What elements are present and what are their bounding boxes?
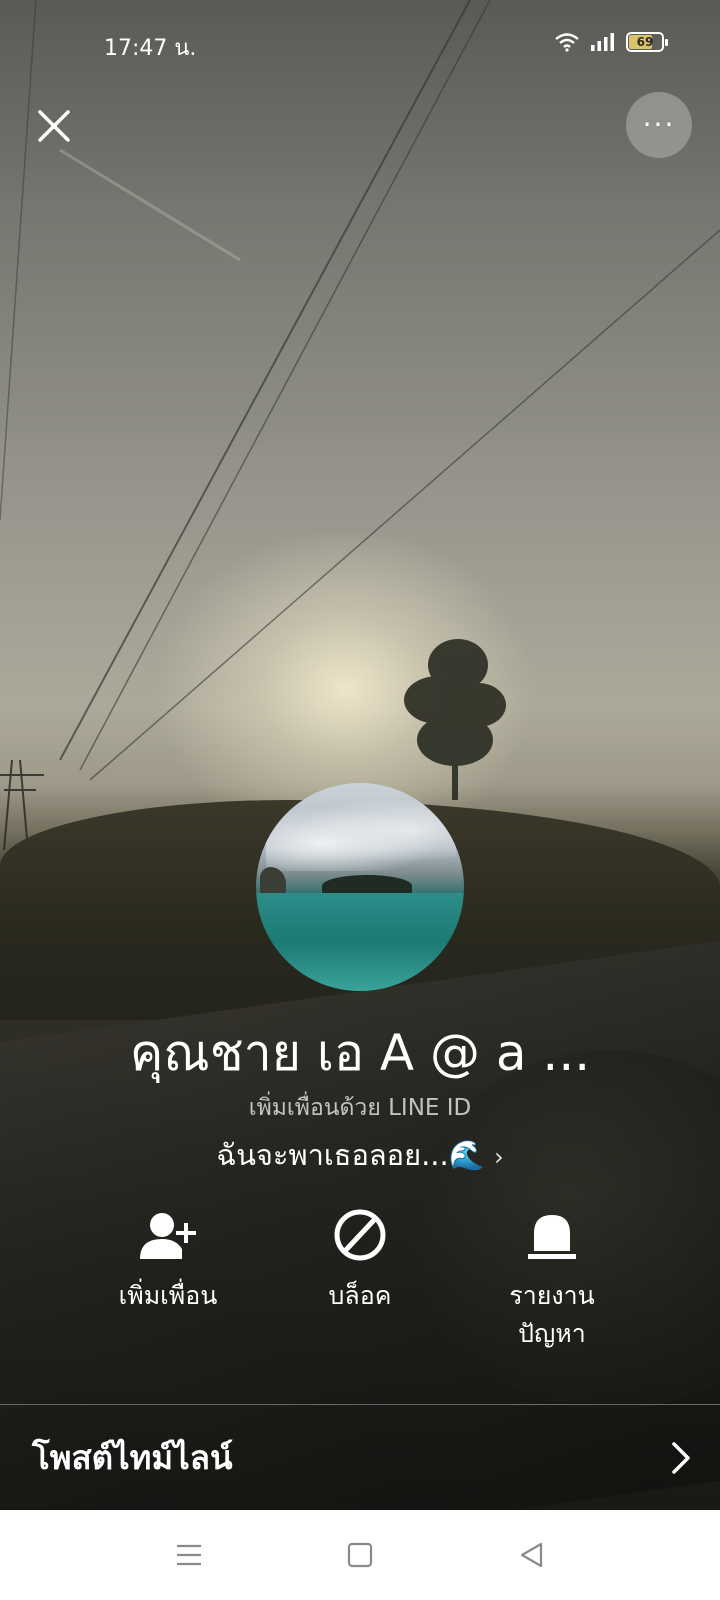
menu-icon[interactable]: [174, 1540, 204, 1570]
report-icon: [528, 1215, 576, 1259]
close-icon: [38, 110, 70, 142]
line-id-label: เพิ่มเพื่อนด้วย LINE ID: [248, 1095, 472, 1121]
more-icon: ···: [642, 108, 676, 141]
profile-name: คุณชาย เอ A @ a ...: [129, 1024, 591, 1082]
report-button[interactable]: รายงาน ปัญหา: [462, 1205, 642, 1353]
system-navigation-bar: [0, 1510, 720, 1600]
signal-icon: [591, 33, 614, 51]
back-triangle-icon[interactable]: [517, 1540, 547, 1570]
battery-level: 69: [636, 35, 654, 49]
wifi-icon: [555, 33, 579, 52]
avatar-rock: [260, 867, 286, 895]
add-friend-button[interactable]: เพิ่มเพื่อน: [78, 1205, 258, 1315]
home-square-icon[interactable]: [345, 1540, 375, 1570]
status-message-text: ฉันจะพาเธอลอย...🌊: [216, 1138, 485, 1172]
status-bar: 17:47 น. 69: [0, 0, 720, 88]
timeline-row[interactable]: โพสต์ไทม์ไลน์: [0, 1405, 720, 1510]
timeline-label: โพสต์ไทม์ไลน์: [32, 1438, 233, 1477]
chevron-right-icon: [672, 1442, 690, 1474]
status-message[interactable]: ฉันจะพาเธอลอย...🌊 ›: [0, 1132, 720, 1178]
close-button[interactable]: [28, 100, 80, 152]
block-button[interactable]: บล็อค: [270, 1205, 450, 1315]
battery-icon: 69: [626, 32, 668, 52]
avatar-water: [256, 893, 464, 991]
chevron-right-icon: ›: [494, 1143, 504, 1171]
status-icons: 69: [554, 32, 668, 52]
add-friend-label: เพิ่มเพื่อน: [118, 1281, 218, 1310]
avatar-cloud: [266, 801, 456, 871]
profile-actions: เพิ่มเพื่อน บล็อค รายงาน ปัญหา: [0, 1205, 720, 1375]
report-label: รายงาน ปัญหา: [509, 1281, 595, 1348]
block-icon: [334, 1209, 386, 1261]
profile-avatar[interactable]: [256, 783, 464, 991]
status-time: 17:47 น.: [104, 36, 197, 61]
add-friend-icon: [140, 1213, 196, 1259]
more-options-button[interactable]: ···: [626, 92, 692, 158]
block-label: บล็อค: [328, 1281, 392, 1310]
